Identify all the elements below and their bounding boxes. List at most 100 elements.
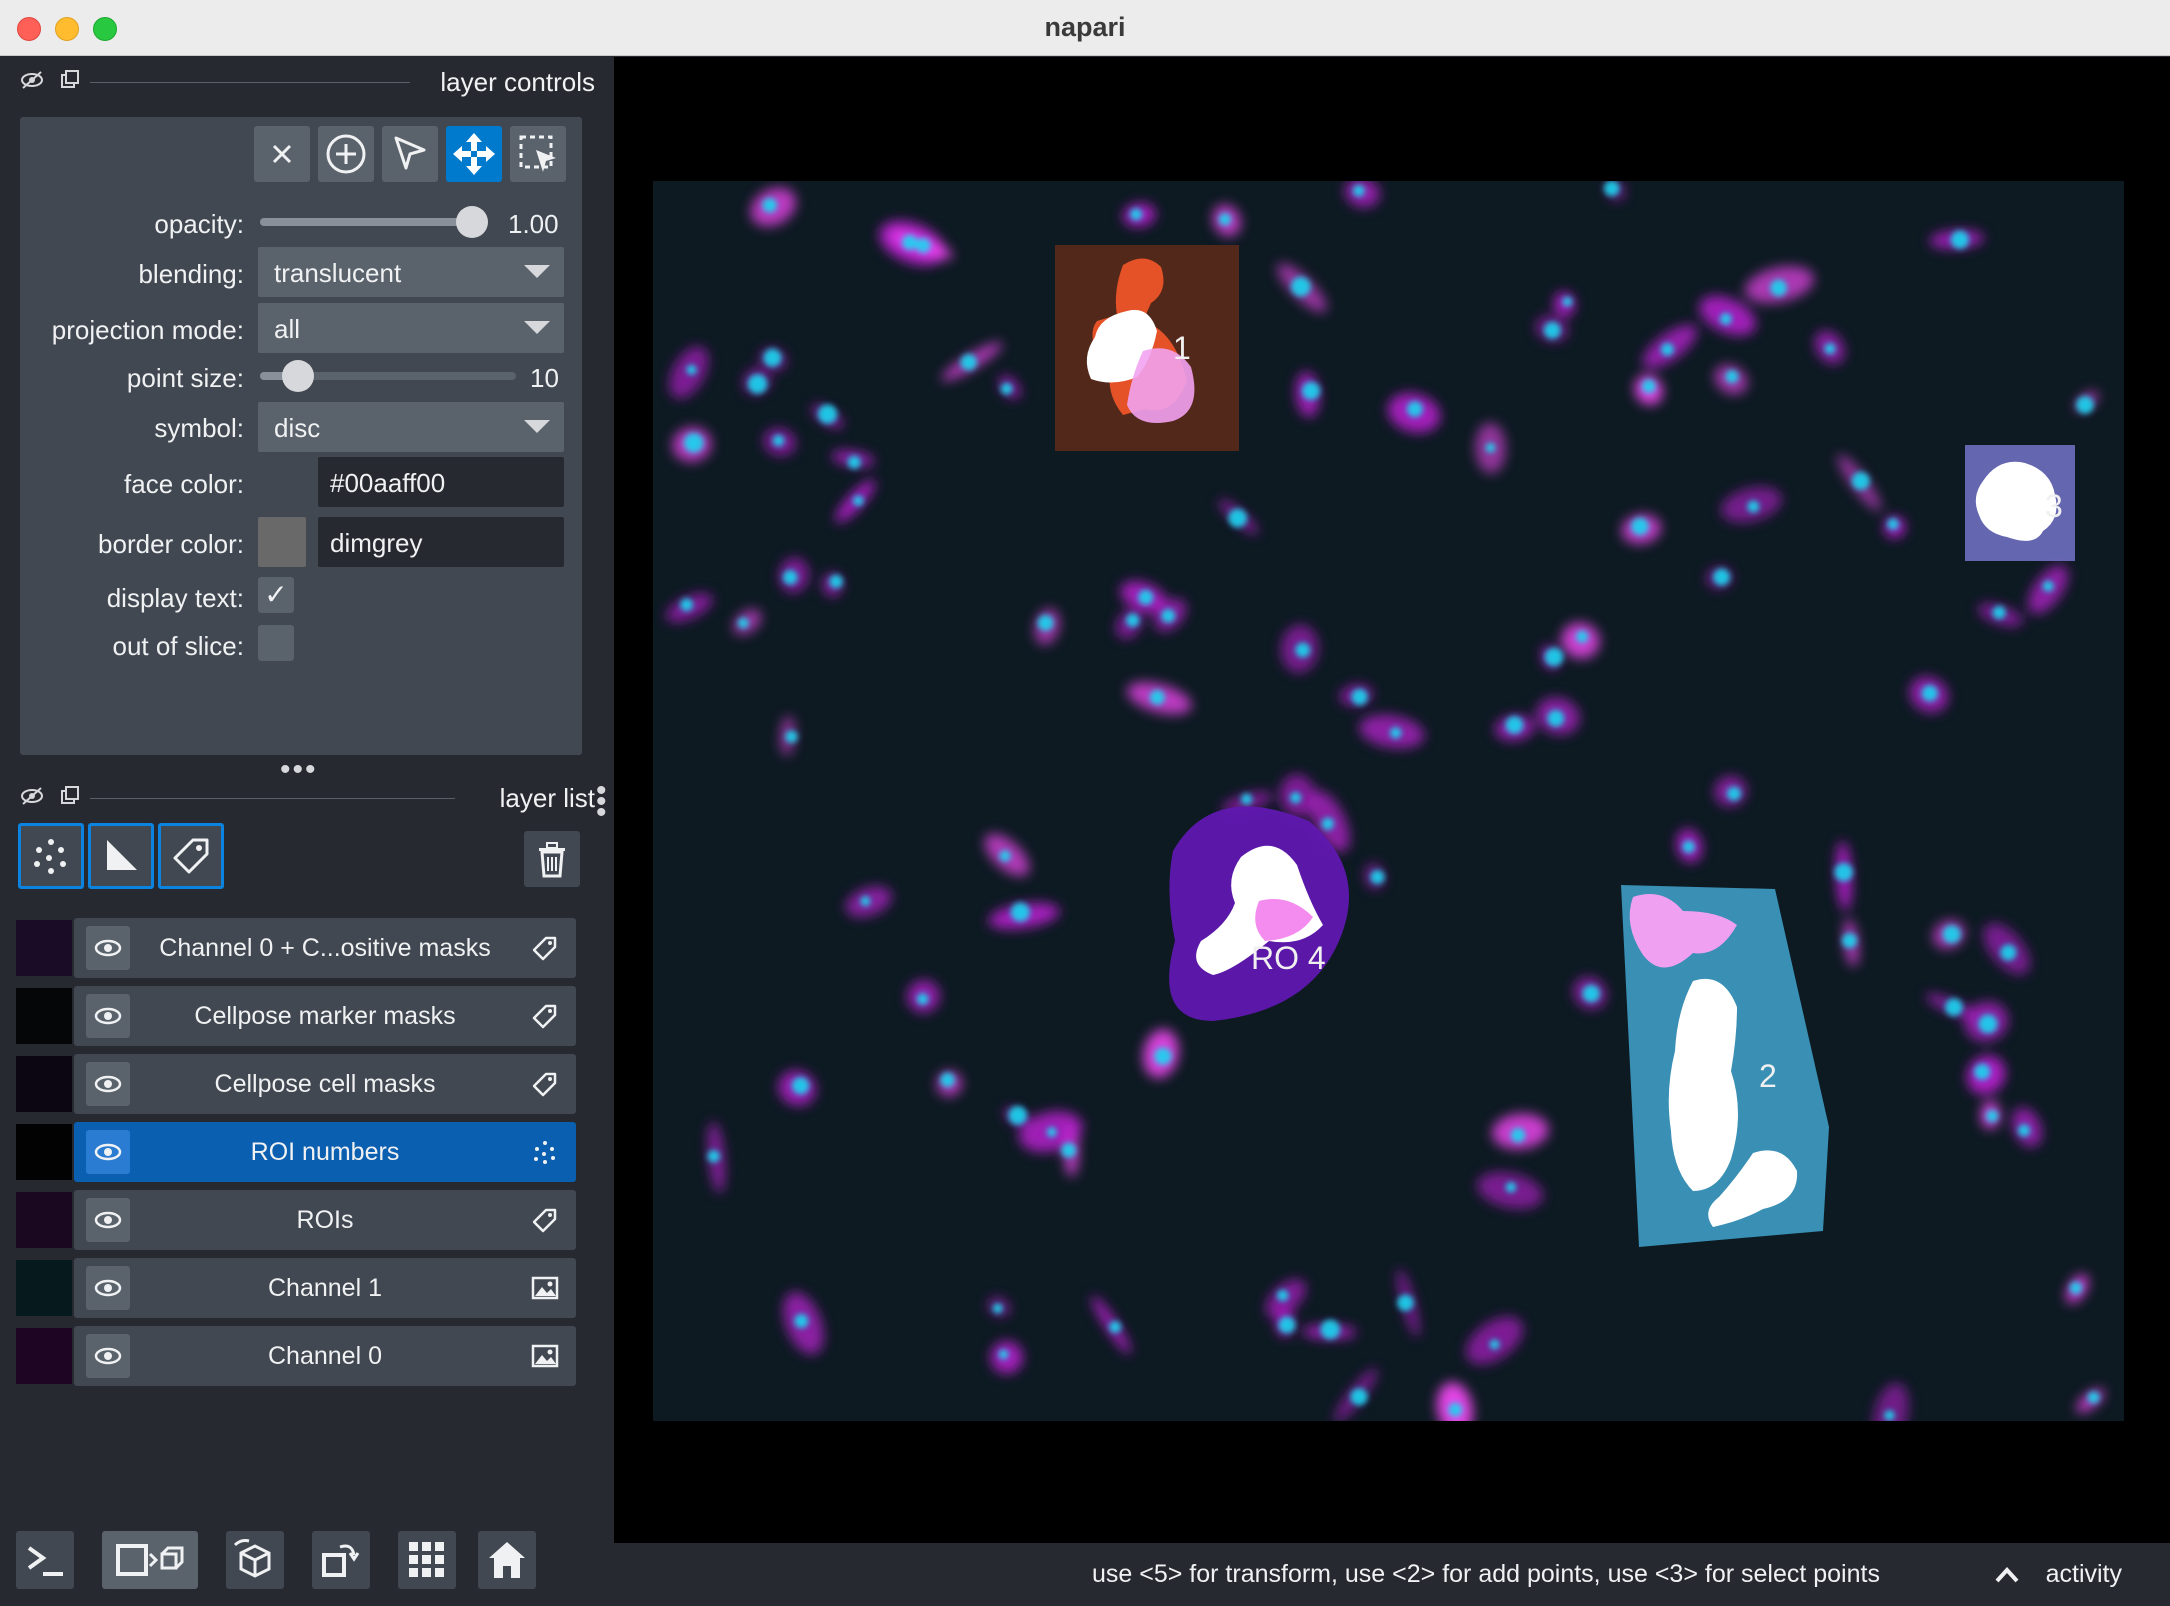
blending-value: translucent bbox=[274, 258, 402, 288]
blending-label: blending: bbox=[138, 259, 244, 289]
face-color-swatch[interactable] bbox=[258, 457, 306, 507]
layer-row[interactable]: Cellpose marker masks bbox=[16, 986, 576, 1046]
undock-icon[interactable] bbox=[58, 69, 82, 91]
out-of-slice-label: out of slice: bbox=[112, 631, 244, 661]
display-text-label: display text: bbox=[106, 583, 244, 613]
layer-list-title: layer list bbox=[499, 783, 595, 813]
roi-3[interactable]: 3 bbox=[1965, 445, 2075, 561]
projection-mode-label: projection mode: bbox=[51, 315, 244, 345]
opacity-slider[interactable] bbox=[260, 206, 488, 238]
status-bar: use <5> for transform, use <2> for add p… bbox=[612, 1543, 2170, 1606]
layer-controls-title: layer controls bbox=[440, 67, 595, 97]
image-render: 1 3 RO 4 2 bbox=[653, 181, 2124, 1421]
header-divider bbox=[90, 798, 455, 799]
opacity-value: 1.00 bbox=[508, 209, 559, 239]
layer-item[interactable]: Cellpose cell masks bbox=[74, 1054, 576, 1114]
layer-thumbnail bbox=[16, 988, 72, 1044]
layer-name: Cellpose marker masks bbox=[194, 1002, 456, 1030]
point-size-label: point size: bbox=[126, 363, 244, 393]
visibility-eye-icon[interactable] bbox=[86, 1334, 130, 1378]
roi-2-label: 2 bbox=[1759, 1058, 1777, 1094]
labels-layer-type-icon bbox=[530, 1206, 560, 1234]
image-layer-type-icon bbox=[530, 1342, 560, 1370]
transpose-dimensions-button[interactable] bbox=[312, 1531, 370, 1589]
visibility-eye-icon[interactable] bbox=[86, 1130, 130, 1174]
select-points-button[interactable] bbox=[382, 126, 438, 182]
new-labels-layer-button[interactable] bbox=[158, 823, 224, 889]
kebab-menu-icon[interactable]: • • • bbox=[596, 776, 607, 828]
title-bar: napari bbox=[0, 0, 2170, 56]
layer-row[interactable]: Channel 1 bbox=[16, 1258, 576, 1318]
layer-list-header: layer list bbox=[20, 779, 595, 815]
layer-row[interactable]: ROI numbers bbox=[16, 1122, 576, 1182]
console-button[interactable] bbox=[16, 1531, 74, 1589]
point-size-slider[interactable] bbox=[260, 360, 516, 392]
visibility-eye-icon[interactable] bbox=[86, 1198, 130, 1242]
visibility-eye-icon[interactable] bbox=[86, 1062, 130, 1106]
roi-1[interactable]: 1 bbox=[1055, 245, 1239, 451]
labels-layer-type-icon bbox=[530, 1070, 560, 1098]
face-color-label: face color: bbox=[124, 469, 244, 499]
layer-name: Channel 0 + C...ositive masks bbox=[159, 934, 491, 962]
transform-button[interactable] bbox=[446, 126, 502, 182]
border-color-field[interactable]: dimgrey bbox=[318, 517, 564, 567]
window-title: napari bbox=[1044, 12, 1126, 42]
delete-layer-button[interactable] bbox=[524, 831, 580, 887]
float-dock-icon[interactable] bbox=[20, 785, 44, 807]
layer-item[interactable]: Channel 1 bbox=[74, 1258, 576, 1318]
layer-name: ROI numbers bbox=[250, 1138, 400, 1166]
layer-item[interactable]: Cellpose marker masks bbox=[74, 986, 576, 1046]
layer-row[interactable]: Cellpose cell masks bbox=[16, 1054, 576, 1114]
layer-item[interactable]: Channel 0 + C...ositive masks bbox=[74, 918, 576, 978]
undock-icon[interactable] bbox=[58, 785, 82, 807]
roi-1-label: 1 bbox=[1173, 330, 1191, 366]
border-color-label: border color: bbox=[98, 529, 244, 559]
points-layer-type-icon bbox=[530, 1138, 560, 1166]
visibility-eye-icon[interactable] bbox=[86, 1266, 130, 1310]
roi-3-label: 3 bbox=[2045, 488, 2063, 524]
add-points-button[interactable] bbox=[318, 126, 374, 182]
roll-dimensions-button[interactable] bbox=[226, 1531, 284, 1589]
point-size-slider-handle[interactable] bbox=[282, 360, 315, 392]
projection-mode-dropdown[interactable]: all bbox=[258, 303, 564, 353]
new-points-layer-button[interactable] bbox=[18, 823, 84, 889]
opacity-label: opacity: bbox=[154, 209, 244, 239]
toggle-ndisplay-button[interactable] bbox=[102, 1531, 198, 1589]
blending-dropdown[interactable]: translucent bbox=[258, 247, 564, 297]
grid-view-button[interactable] bbox=[398, 1531, 456, 1589]
visibility-eye-icon[interactable] bbox=[86, 926, 130, 970]
display-text-checkbox[interactable]: ✓ bbox=[258, 577, 294, 613]
point-size-value: 10 bbox=[530, 363, 559, 393]
layer-row[interactable]: Channel 0 + C...ositive masks bbox=[16, 918, 576, 978]
chevron-down-icon bbox=[524, 265, 550, 278]
layer-thumbnail bbox=[16, 1260, 72, 1316]
layer-item[interactable]: Channel 0 bbox=[74, 1326, 576, 1386]
out-of-slice-checkbox[interactable] bbox=[258, 625, 294, 661]
symbol-dropdown[interactable]: disc bbox=[258, 402, 564, 452]
microscopy-image[interactable]: 1 3 RO 4 2 bbox=[653, 181, 2124, 1421]
layer-name: ROIs bbox=[296, 1206, 354, 1234]
layer-controls-panel: opacity: 1.00 blending: translucent proj… bbox=[20, 117, 582, 755]
opacity-slider-handle[interactable] bbox=[456, 206, 488, 238]
labels-layer-type-icon bbox=[530, 934, 560, 962]
layer-thumbnail bbox=[16, 1056, 72, 1112]
layer-item[interactable]: ROI numbers bbox=[74, 1122, 576, 1182]
layer-row[interactable]: ROIs bbox=[16, 1190, 576, 1250]
viewer-canvas[interactable]: 1 3 RO 4 2 bbox=[614, 57, 2170, 1543]
float-dock-icon[interactable] bbox=[20, 69, 44, 91]
delete-selected-points-button[interactable] bbox=[254, 126, 310, 182]
face-color-field[interactable]: #00aaff00 bbox=[318, 457, 564, 507]
header-divider bbox=[90, 82, 410, 83]
visibility-eye-icon[interactable] bbox=[86, 994, 130, 1038]
chevron-down-icon bbox=[524, 321, 550, 334]
pan-zoom-button[interactable] bbox=[510, 126, 566, 182]
status-message: use <5> for transform, use <2> for add p… bbox=[1092, 1560, 1880, 1588]
chevron-up-icon[interactable] bbox=[1994, 1561, 2020, 1592]
new-shapes-layer-button[interactable] bbox=[88, 823, 154, 889]
home-button[interactable] bbox=[478, 1531, 536, 1589]
activity-button[interactable]: activity bbox=[2046, 1560, 2122, 1589]
layer-row[interactable]: Channel 0 bbox=[16, 1326, 576, 1386]
layer-item[interactable]: ROIs bbox=[74, 1190, 576, 1250]
symbol-label: symbol: bbox=[154, 413, 244, 443]
border-color-swatch[interactable] bbox=[258, 517, 306, 567]
